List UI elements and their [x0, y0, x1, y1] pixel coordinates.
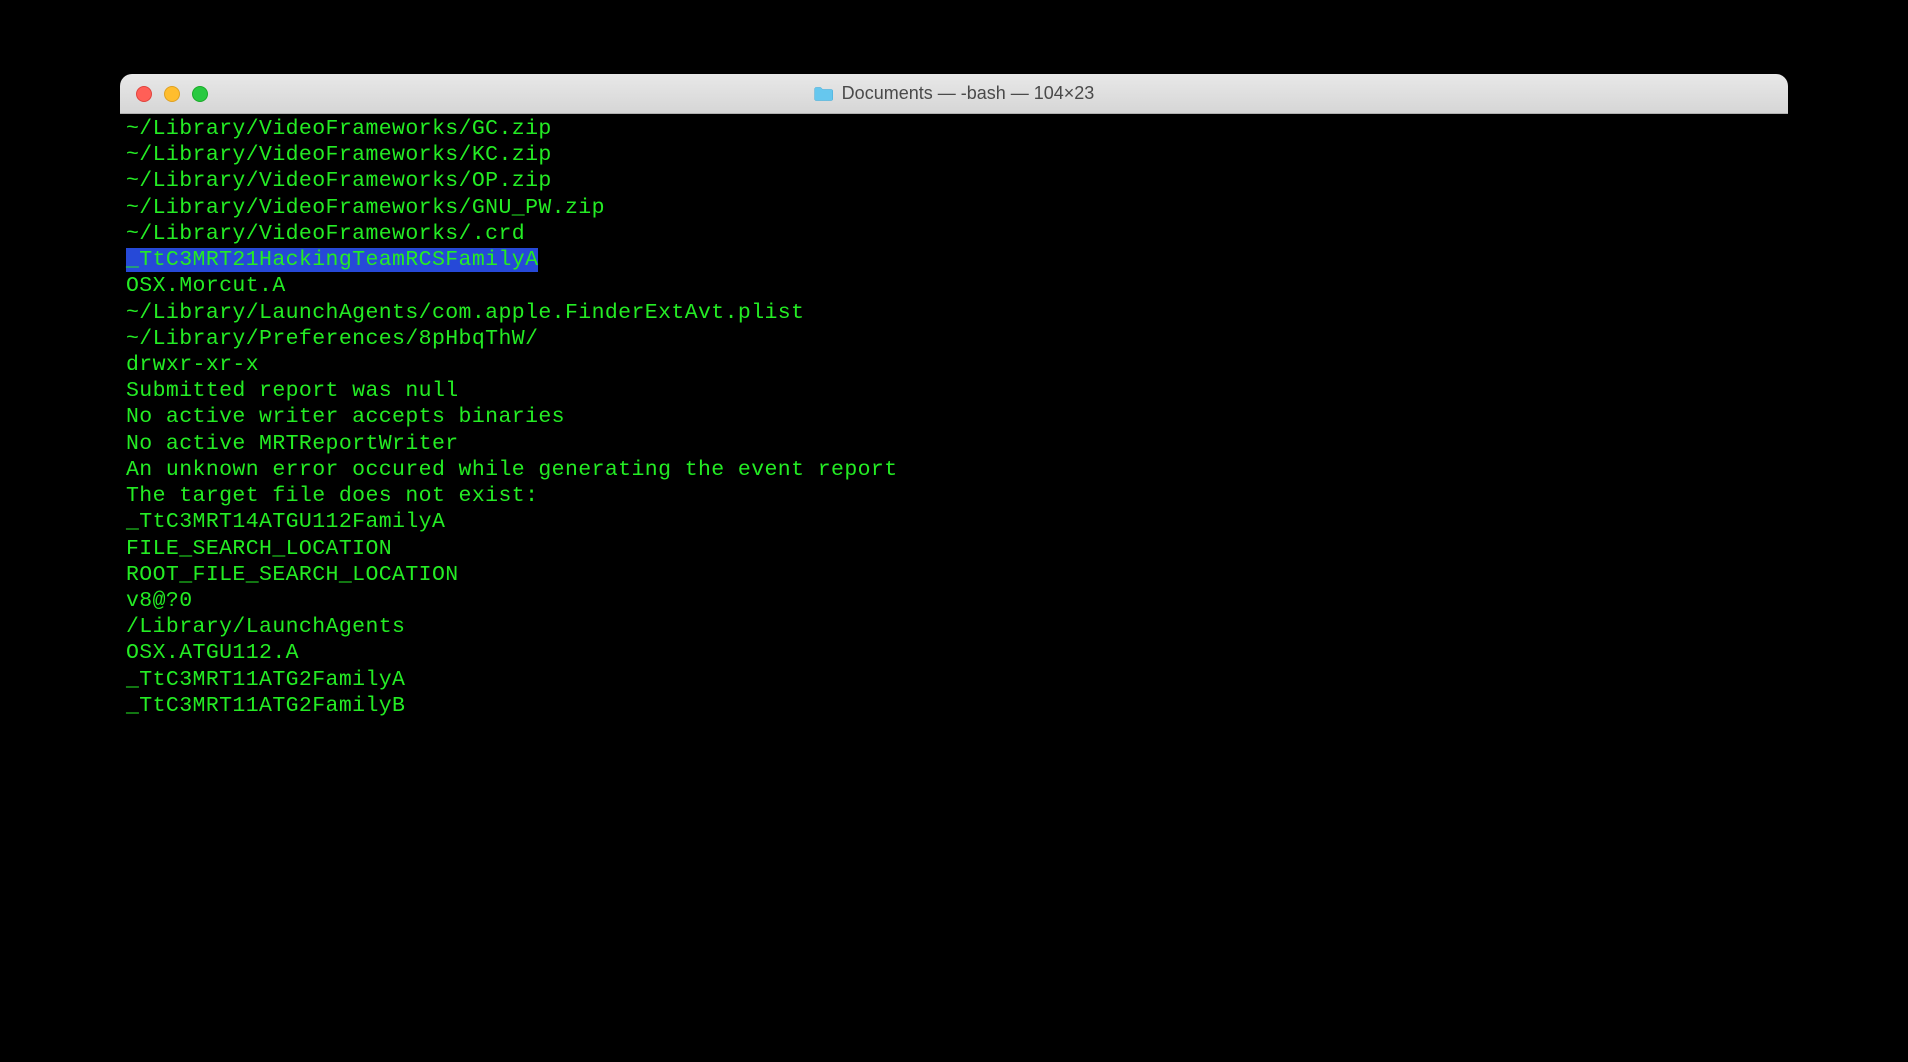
terminal-line[interactable]: OSX.Morcut.A	[126, 273, 1782, 299]
window-title-group: Documents — -bash — 104×23	[814, 83, 1095, 104]
terminal-line[interactable]: _TtC3MRT11ATG2FamilyB	[126, 693, 1782, 719]
terminal-line[interactable]: An unknown error occured while generatin…	[126, 457, 1782, 483]
terminal-output[interactable]: ~/Library/VideoFrameworks/GC.zip~/Librar…	[120, 114, 1788, 727]
traffic-lights	[120, 86, 208, 102]
maximize-button[interactable]	[192, 86, 208, 102]
terminal-line[interactable]: ~/Library/VideoFrameworks/GC.zip	[126, 116, 1782, 142]
terminal-line[interactable]: drwxr-xr-x	[126, 352, 1782, 378]
terminal-line[interactable]: ROOT_FILE_SEARCH_LOCATION	[126, 562, 1782, 588]
terminal-line[interactable]: Submitted report was null	[126, 378, 1782, 404]
terminal-line[interactable]: OSX.ATGU112.A	[126, 640, 1782, 666]
terminal-line[interactable]: v8@?0	[126, 588, 1782, 614]
terminal-line[interactable]: FILE_SEARCH_LOCATION	[126, 536, 1782, 562]
terminal-line[interactable]: ~/Library/VideoFrameworks/KC.zip	[126, 142, 1782, 168]
terminal-line[interactable]: ~/Library/VideoFrameworks/.crd	[126, 221, 1782, 247]
terminal-line[interactable]: _TtC3MRT11ATG2FamilyA	[126, 667, 1782, 693]
terminal-line[interactable]: ~/Library/VideoFrameworks/OP.zip	[126, 168, 1782, 194]
terminal-line[interactable]: ~/Library/Preferences/8pHbqThW/	[126, 326, 1782, 352]
terminal-line[interactable]: ~/Library/VideoFrameworks/GNU_PW.zip	[126, 195, 1782, 221]
terminal-line[interactable]: /Library/LaunchAgents	[126, 614, 1782, 640]
folder-icon	[814, 86, 834, 102]
terminal-line[interactable]: _TtC3MRT21HackingTeamRCSFamilyA	[126, 247, 1782, 273]
minimize-button[interactable]	[164, 86, 180, 102]
selected-text[interactable]: _TtC3MRT21HackingTeamRCSFamilyA	[126, 248, 538, 272]
terminal-line[interactable]: ~/Library/LaunchAgents/com.apple.FinderE…	[126, 300, 1782, 326]
terminal-line[interactable]: _TtC3MRT14ATGU112FamilyA	[126, 509, 1782, 535]
terminal-line[interactable]: The target file does not exist:	[126, 483, 1782, 509]
terminal-line[interactable]: No active writer accepts binaries	[126, 404, 1782, 430]
window-title: Documents — -bash — 104×23	[842, 83, 1095, 104]
window-titlebar[interactable]: Documents — -bash — 104×23	[120, 74, 1788, 114]
terminal-line[interactable]: No active MRTReportWriter	[126, 431, 1782, 457]
close-button[interactable]	[136, 86, 152, 102]
terminal-window: Documents — -bash — 104×23 ~/Library/Vid…	[120, 74, 1788, 727]
